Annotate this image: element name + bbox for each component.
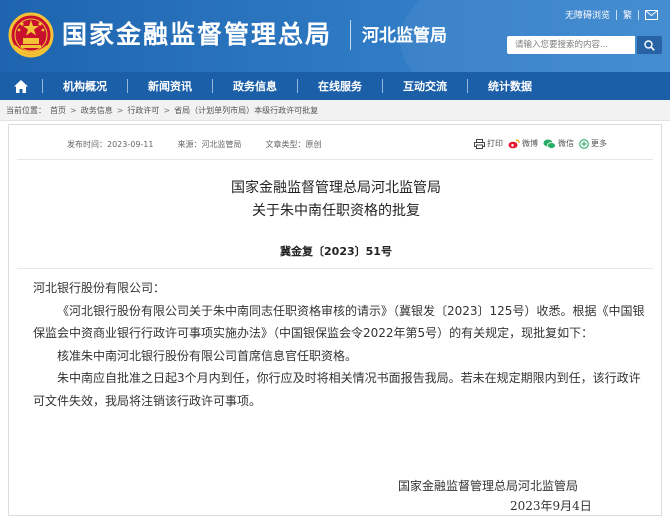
article-meta: 发布时间：2023-09-11 来源：河北监管局 文章类型：原创 [67, 139, 346, 150]
nav-item-online-service[interactable]: 在线服务 [298, 72, 382, 100]
search-icon [644, 39, 655, 51]
nav-item-institution[interactable]: 机构概况 [43, 72, 127, 100]
title-divider [350, 20, 351, 50]
main-nav: 机构概况 新闻资讯 政务信息 在线服务 互动交流 统计数据 [0, 72, 670, 100]
wechat-icon [543, 139, 556, 149]
document-title-line1: 国家金融监督管理总局河北监管局 [231, 180, 441, 196]
meta-divider [17, 159, 653, 160]
breadcrumb-item[interactable]: 政务信息 [81, 105, 113, 116]
print-button[interactable]: 打印 [474, 138, 503, 149]
accessibility-link[interactable]: 无障碍浏览 [559, 8, 616, 21]
body-paragraph: 核准朱中南河北银行股份有限公司首席信息官任职资格。 [57, 348, 358, 363]
national-emblem-icon [8, 12, 54, 58]
mail-icon[interactable] [645, 9, 658, 20]
breadcrumb-prefix: 当前位置： [6, 105, 46, 115]
site-title[interactable]: 国家金融监督管理总局 [62, 15, 332, 51]
search-input[interactable] [507, 36, 635, 54]
traditional-chinese-link[interactable]: 繁 [617, 8, 638, 21]
nav-item-news[interactable]: 新闻资讯 [128, 72, 212, 100]
site-subtitle[interactable]: 河北监管局 [362, 21, 447, 46]
more-share-button[interactable]: 更多 [579, 138, 607, 149]
plus-circle-icon [579, 138, 589, 149]
article-type: 文章类型：原创 [265, 140, 322, 149]
nav-item-interaction[interactable]: 互动交流 [383, 72, 467, 100]
article-source: 来源：河北监管局 [177, 140, 242, 149]
share-bar: 打印 微博 微信 更多 [469, 138, 607, 149]
document-title-line2: 关于朱中南任职资格的批复 [252, 203, 420, 219]
breadcrumb-item[interactable]: 行政许可 [127, 105, 159, 116]
breadcrumb: 当前位置： 首页 > 政务信息 > 行政许可 > 省局（计划单列市局）本级行政许… [0, 100, 670, 121]
home-icon [14, 79, 28, 93]
publish-time: 发布时间：2023-09-11 [67, 140, 154, 149]
nav-item-government-info[interactable]: 政务信息 [213, 72, 297, 100]
document-number: 冀金复〔2023〕51号 [280, 245, 392, 258]
breadcrumb-item[interactable]: 省局（计划单列市局）本级行政许可批复 [174, 105, 318, 116]
printer-icon [474, 138, 485, 149]
body-paragraph: 《河北银行股份有限公司关于朱中南同志任职资格审核的请示》（冀银发〔2023〕12… [33, 303, 645, 341]
body-paragraph: 朱中南应自批准之日起3个月内到任，你行应及时将相关情况书面报告我局。若未在规定期… [33, 371, 641, 408]
weibo-icon [508, 138, 520, 148]
signature-date: 2023年9月4日 [510, 499, 592, 513]
article-panel: 发布时间：2023-09-11 来源：河北监管局 文章类型：原创 打印 微博 微… [8, 124, 662, 516]
nav-home[interactable] [0, 72, 42, 100]
top-links: 无障碍浏览 繁 [559, 8, 658, 21]
title-divider [17, 268, 653, 269]
breadcrumb-item[interactable]: 首页 [50, 105, 66, 116]
signature-organization: 国家金融监督管理总局河北监管局 [398, 479, 579, 493]
document-title: 国家金融监督管理总局河北监管局 关于朱中南任职资格的批复 [9, 177, 663, 223]
nav-item-statistics[interactable]: 统计数据 [468, 72, 552, 100]
wechat-share-button[interactable]: 微信 [543, 138, 574, 149]
search-button[interactable] [637, 36, 662, 54]
salutation: 河北银行股份有限公司： [33, 281, 166, 295]
weibo-share-button[interactable]: 微博 [508, 138, 538, 149]
site-header: 国家金融监督管理总局 河北监管局 无障碍浏览 繁 [0, 0, 670, 72]
document-body: 河北银行股份有限公司： 《河北银行股份有限公司关于朱中南同志任职资格审核的请示》… [33, 277, 649, 412]
